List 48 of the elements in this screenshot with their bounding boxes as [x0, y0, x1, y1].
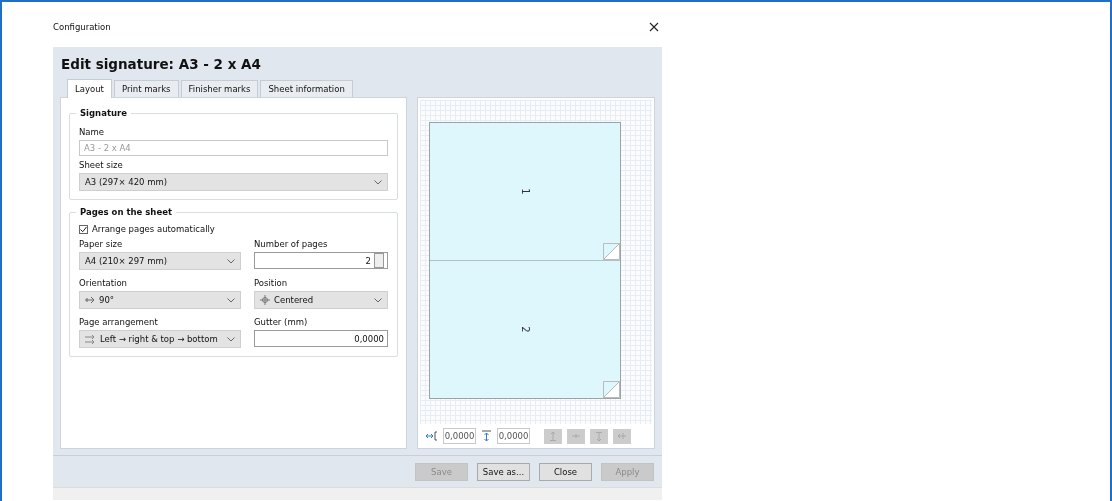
dropdown[interactable]: 90°: [79, 291, 241, 309]
field-label: Sheet size: [79, 159, 124, 172]
arrow-up-icon: [550, 431, 556, 441]
arrow-down-icon: [596, 431, 602, 441]
field-label: Orientation: [79, 277, 128, 290]
page-number: 1: [519, 188, 531, 195]
name-field[interactable]: A3 - 2 x A4: [79, 140, 388, 156]
tab[interactable]: Print marks: [113, 80, 179, 97]
close-icon[interactable]: [649, 21, 659, 32]
field-label: Number of pages: [254, 238, 329, 251]
chevron-down-icon: [227, 258, 235, 264]
horizontal-offset-icon: [426, 431, 438, 441]
page-number: 2: [519, 326, 531, 333]
vertical-offset-icon: [481, 430, 492, 442]
dropdown[interactable]: Centered: [254, 291, 388, 309]
dropdown[interactable]: A4 (210× 297 mm): [79, 252, 241, 270]
page-corner-icon: [603, 381, 620, 398]
arrangement-icon: [85, 334, 96, 344]
crosshair-icon: [260, 295, 270, 305]
group-title: Pages on the sheet: [76, 207, 176, 217]
arrow-right-icon: [85, 296, 95, 304]
dropdown[interactable]: Left → right & top → bottom: [79, 330, 241, 348]
dialog-button[interactable]: Close: [539, 462, 592, 481]
window-title: Configuration: [53, 21, 111, 32]
chevron-down-icon: [227, 297, 235, 303]
arrow-left-icon: [618, 433, 626, 439]
chevron-down-icon: [227, 336, 235, 342]
tab[interactable]: Sheet information: [260, 80, 353, 97]
field-label: Page arrangement: [79, 316, 159, 329]
checkbox[interactable]: [79, 224, 88, 234]
input-field[interactable]: 0,0000: [443, 428, 476, 444]
number-field[interactable]: 2: [254, 252, 388, 269]
field-label: Position: [254, 277, 289, 290]
input-field[interactable]: 0,0000: [254, 330, 388, 347]
tab[interactable]: Layout: [67, 79, 112, 98]
spinner-icon[interactable]: [374, 253, 384, 268]
checkbox-label: Arrange pages automatically: [92, 224, 215, 234]
chevron-down-icon: [374, 179, 382, 185]
tab[interactable]: Finisher marks: [180, 80, 259, 97]
field-label: Name: [79, 126, 106, 139]
dialog-button[interactable]: Save as...: [477, 462, 530, 481]
field-label: Paper size: [79, 238, 124, 251]
field-label: Gutter (mm): [254, 316, 309, 329]
group-title: Signature: [76, 108, 131, 118]
dialog-heading: Edit signature: A3 - 2 x A4: [60, 55, 262, 74]
dropdown[interactable]: A3 (297× 420 mm): [79, 173, 388, 191]
chevron-down-icon: [374, 297, 382, 303]
input-field[interactable]: 0,0000: [497, 428, 530, 444]
